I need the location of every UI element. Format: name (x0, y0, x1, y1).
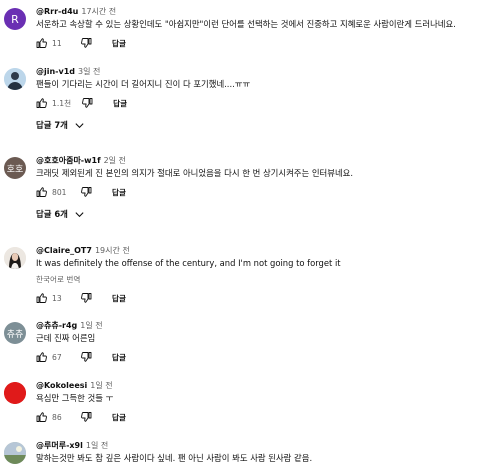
chevron-down-icon (74, 120, 85, 131)
like-count: 11 (52, 38, 62, 48)
comment-time[interactable]: 1일 전 (86, 441, 108, 450)
replies-count-label: 답글 6개 (36, 209, 68, 219)
comment-time[interactable]: 2일 전 (104, 156, 126, 165)
comment-text: It was definitely the offense of the cen… (36, 258, 341, 268)
avatar[interactable] (4, 442, 26, 464)
comment-author[interactable]: @Claire_OT7 (36, 246, 92, 255)
comment-author[interactable]: @호호아줌마-w1f (36, 156, 101, 165)
avatar-image (4, 68, 26, 90)
avatar[interactable] (4, 382, 26, 404)
reply-button[interactable]: 답글 (112, 352, 126, 363)
like-count: 801 (52, 187, 67, 197)
like-count: 1.1천 (52, 98, 72, 108)
dislike-icon[interactable] (80, 292, 92, 304)
avatar[interactable] (4, 68, 26, 90)
view-replies-button[interactable]: 답글 7개 (36, 119, 474, 131)
comment-author[interactable]: @Kokoleesi (36, 381, 87, 390)
like-icon[interactable] (36, 292, 48, 304)
like-count: 13 (52, 293, 62, 303)
like-icon[interactable] (36, 411, 48, 423)
like-count: 67 (52, 352, 62, 362)
avatar[interactable] (4, 247, 26, 269)
avatar-image (4, 247, 26, 269)
comment-time[interactable]: 3일 전 (78, 67, 100, 76)
avatar[interactable]: R (4, 8, 26, 30)
avatar-letter: 츄츄 (6, 329, 24, 340)
comment-text: 말하는것만 봐도 참 깊은 사람이다 싶네. 팬 아닌 사람이 봐도 사람 된사… (36, 453, 313, 463)
avatar[interactable]: 호호 (4, 157, 26, 179)
comment-text: 서운하고 속상할 수 있는 상황인데도 "아쉽지만"이런 단어를 선택하는 것에… (36, 19, 456, 29)
avatar-letter: 호호 (6, 164, 24, 175)
dislike-icon[interactable] (80, 351, 92, 363)
dislike-icon[interactable] (80, 411, 92, 423)
dislike-icon[interactable] (81, 97, 93, 109)
reply-button[interactable]: 답글 (113, 98, 127, 109)
replies-count-label: 답글 7개 (36, 120, 68, 130)
comment-author[interactable]: @츄츄-r4g (36, 321, 77, 330)
reply-button[interactable]: 답글 (112, 293, 126, 304)
view-replies-button[interactable]: 답글 6개 (36, 208, 474, 220)
avatar[interactable]: 츄츄 (4, 322, 26, 344)
comment-author[interactable]: @루머루-x9l (36, 441, 83, 450)
like-icon[interactable] (36, 351, 48, 363)
dislike-icon[interactable] (80, 186, 92, 198)
comment-time[interactable]: 1일 전 (90, 381, 112, 390)
comment-time[interactable]: 1일 전 (80, 321, 102, 330)
comment-text: 근데 진짜 어른임 (36, 333, 96, 343)
comment-time[interactable]: 17시간 전 (81, 7, 116, 16)
comment-text: 욕심만 그득한 것들 ㅜ (36, 393, 114, 403)
comment-author[interactable]: @jin-v1d (36, 67, 75, 76)
like-icon[interactable] (36, 186, 48, 198)
dislike-icon[interactable] (80, 37, 92, 49)
translate-link[interactable]: 한국어로 번역 (36, 274, 474, 286)
reply-button[interactable]: 답글 (112, 38, 126, 49)
avatar-image (4, 442, 26, 464)
comment-text: 크래딧 제외된게 진 본인의 의지가 절대로 아니었음을 다시 한 번 상기시켜… (36, 168, 354, 178)
reply-button[interactable]: 답글 (112, 187, 126, 198)
like-count: 86 (52, 412, 62, 422)
reply-button[interactable]: 답글 (112, 412, 126, 423)
avatar-letter: R (11, 12, 19, 26)
avatar-image (4, 382, 26, 404)
like-icon[interactable] (36, 37, 48, 49)
comment-author[interactable]: @Rrr-d4u (36, 7, 78, 16)
like-icon[interactable] (36, 97, 48, 109)
comment-time[interactable]: 19시간 전 (95, 246, 130, 255)
comment-text: 팬들이 기다리는 시간이 더 길어지니 진이 다 포기했네....ㅠㅠ (36, 79, 251, 89)
chevron-down-icon (74, 209, 85, 220)
